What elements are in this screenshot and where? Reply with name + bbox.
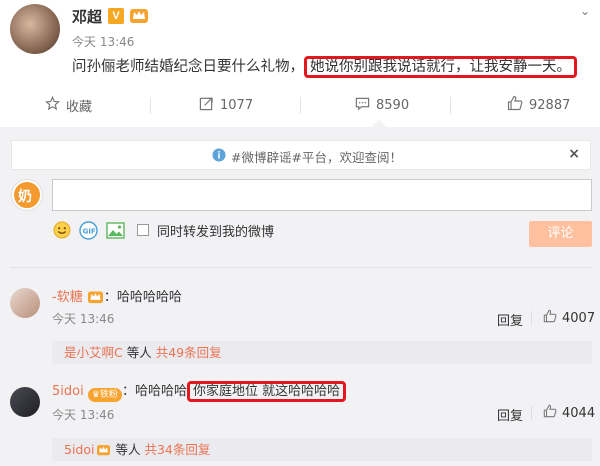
- composer-tools: GIF 同时转发到我的微博: [52, 220, 274, 240]
- svg-text:GIF: GIF: [83, 227, 96, 235]
- fan-badge-label: 铁粉: [99, 390, 118, 400]
- comment-text: 哈哈哈哈哈: [116, 290, 182, 305]
- author-name[interactable]: 邓超: [72, 6, 102, 27]
- notice-content[interactable]: #微博辟谣#平台，欢迎查阅！: [212, 147, 402, 166]
- favorite-label: 收藏: [66, 99, 93, 115]
- chevron-down-icon[interactable]: ⌄: [580, 4, 590, 18]
- comment-like-button[interactable]: 4007: [543, 309, 595, 327]
- comment-avatar[interactable]: [10, 387, 40, 417]
- info-icon: [212, 148, 226, 165]
- sub-reply-name[interactable]: 是小艾啊C: [64, 345, 123, 360]
- fan-badge: ♛铁粉: [87, 388, 122, 402]
- repost-count: 1077: [220, 97, 254, 113]
- commenter-name[interactable]: 5idoi: [52, 384, 84, 399]
- comment-line: 5idoi ♛铁粉 ：哈哈哈哈 你家庭地位 就这哈哈哈哈: [52, 380, 347, 402]
- sub-replies-bar[interactable]: 5idoi 等人 共34条回复: [52, 438, 592, 461]
- thumbs-up-icon: [543, 404, 557, 422]
- notice-text: #微博辟谣#平台，欢迎查阅！: [231, 150, 402, 165]
- comment-count: 8590: [376, 97, 410, 113]
- favorite-button[interactable]: 收藏: [44, 90, 93, 120]
- post-text-highlight: 她说你别跟我说话就行，让我安静一天。: [304, 56, 577, 78]
- close-icon[interactable]: ×: [568, 146, 580, 162]
- comment-like-button[interactable]: 4044: [543, 404, 595, 422]
- comment-button[interactable]: 8590: [355, 90, 409, 120]
- my-avatar[interactable]: 奶: [12, 180, 42, 210]
- comment-text-highlight: 你家庭地位 就这哈哈哈哈: [186, 381, 347, 402]
- sub-reply-count[interactable]: 共34条回复: [144, 442, 210, 457]
- repost-checkbox[interactable]: [137, 224, 149, 236]
- action-bar: 收藏 1077 8590 92887: [0, 90, 600, 120]
- comment-time[interactable]: 今天 13:46: [52, 310, 114, 327]
- comment-tab-caret: [372, 120, 386, 127]
- repost-icon: [199, 96, 214, 115]
- reply-button[interactable]: 回复: [497, 405, 523, 424]
- like-count: 92887: [529, 97, 571, 113]
- comment-separator: ：: [121, 384, 135, 399]
- post-text: 问孙俪老师结婚纪念日要什么礼物， 她说你别跟我说话就行，让我安静一天。: [72, 55, 577, 78]
- comment-line: -软糖 ：哈哈哈哈哈: [52, 286, 182, 308]
- commenter-name[interactable]: -软糖: [52, 290, 83, 305]
- post-text-plain: 问孙俪老师结婚纪念日要什么礼物，: [72, 59, 304, 75]
- emoji-icon[interactable]: [52, 221, 71, 240]
- sub-reply-name[interactable]: 5idoi: [64, 442, 94, 457]
- comment-icon: [355, 96, 370, 115]
- image-icon[interactable]: [106, 221, 125, 240]
- reply-button[interactable]: 回复: [497, 310, 523, 329]
- comment-time[interactable]: 今天 13:46: [52, 406, 114, 423]
- post-time[interactable]: 今天 13:46: [72, 33, 134, 50]
- vip-crown-icon: [96, 440, 111, 463]
- sub-reply-mid: 等人: [111, 442, 145, 457]
- sub-reply-mid: 等人: [122, 345, 156, 360]
- comment-like-count: 4044: [562, 405, 596, 421]
- thumbs-up-icon: [507, 95, 523, 115]
- svg-text:奶: 奶: [18, 188, 32, 205]
- divider: [10, 267, 592, 268]
- like-button[interactable]: 92887: [507, 90, 570, 120]
- comment-like-count: 4007: [562, 310, 596, 326]
- repost-button[interactable]: 1077: [199, 90, 253, 120]
- gif-icon[interactable]: GIF: [79, 220, 98, 240]
- submit-comment-button[interactable]: 评论: [529, 221, 592, 247]
- thumbs-up-icon: [543, 309, 557, 327]
- comment-text-plain: 哈哈哈哈: [134, 384, 187, 399]
- sub-replies-bar[interactable]: 是小艾啊C 等人 共49条回复: [52, 341, 592, 364]
- comment-input[interactable]: [52, 179, 592, 211]
- comment-avatar[interactable]: [10, 288, 40, 318]
- sub-reply-count[interactable]: 共49条回复: [156, 345, 222, 360]
- author-avatar[interactable]: [10, 4, 60, 54]
- comment-separator: ：: [103, 290, 117, 305]
- verified-v-icon: V: [108, 8, 124, 24]
- vip-crown-icon: [87, 289, 104, 308]
- vip-crown-icon: [129, 6, 149, 24]
- star-icon: [44, 95, 61, 115]
- repost-checkbox-label[interactable]: 同时转发到我的微博: [157, 221, 274, 240]
- notice-banner: #微博辟谣#平台，欢迎查阅！ ×: [11, 140, 591, 170]
